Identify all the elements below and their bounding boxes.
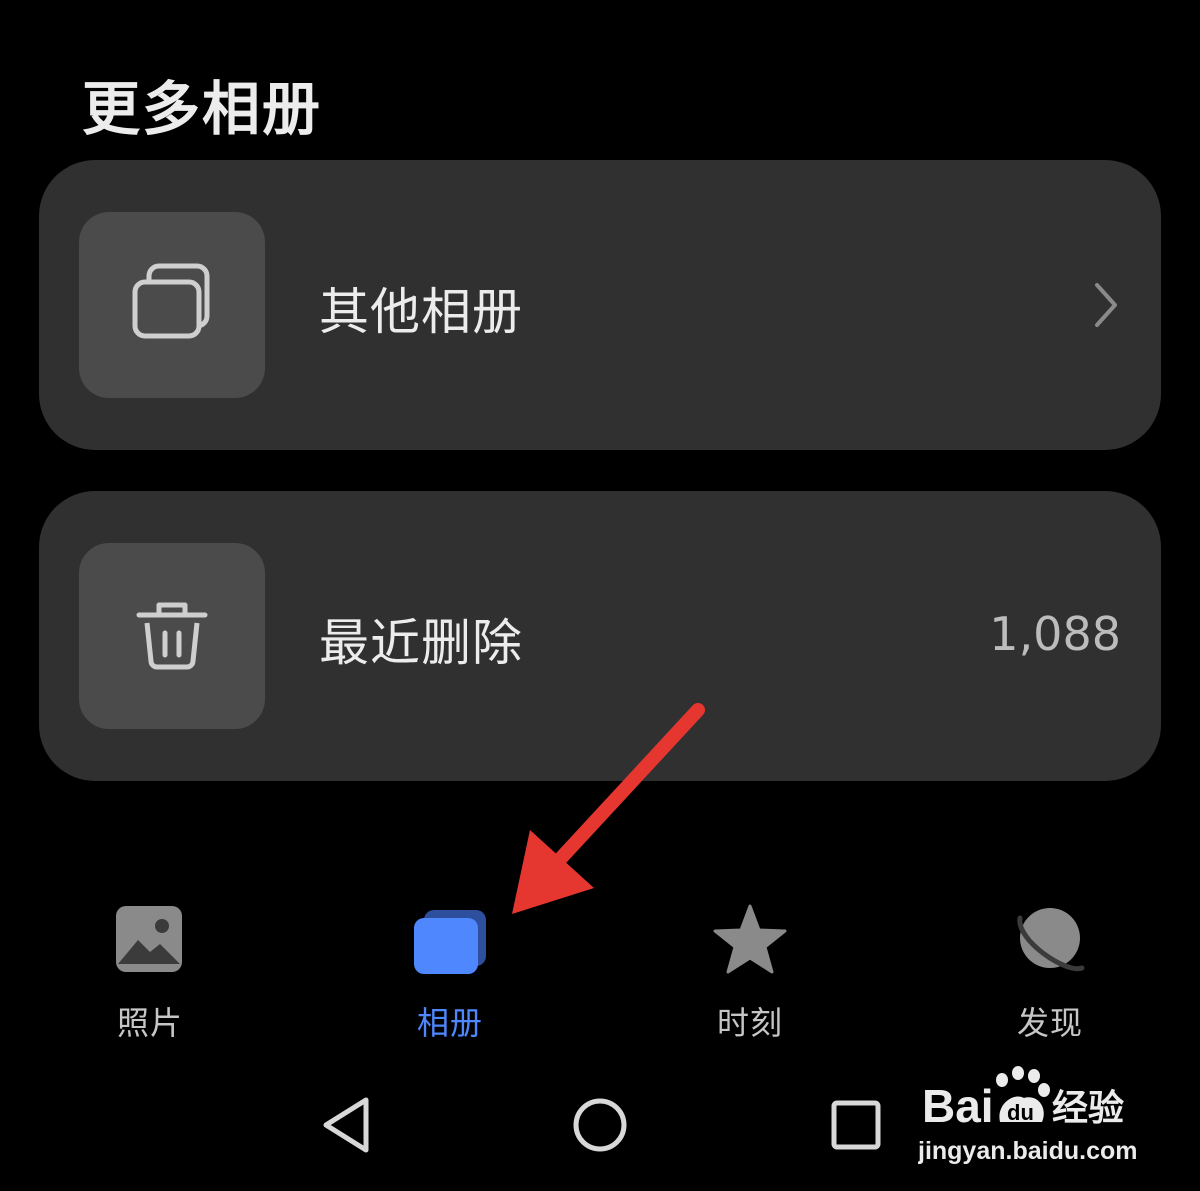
- trash-icon: [136, 602, 208, 670]
- tab-albums-label: 相册: [416, 1004, 483, 1042]
- recents-icon[interactable]: [826, 1094, 886, 1156]
- planet-icon: [1017, 908, 1085, 972]
- tab-moments[interactable]: 时刻: [670, 900, 830, 1050]
- tab-discover-label: 发现: [1016, 1004, 1083, 1042]
- section-title: 更多相册: [82, 75, 323, 143]
- annotation-arrow: [512, 703, 705, 914]
- other-albums-row[interactable]: 其他相册: [39, 160, 1161, 450]
- album-icon: [414, 910, 486, 974]
- recently-deleted-count: 1,088: [989, 607, 1121, 661]
- tab-photos-label: 照片: [116, 1004, 183, 1042]
- tab-moments-label: 时刻: [716, 1004, 783, 1042]
- svg-text:Bai: Bai: [922, 1080, 994, 1132]
- recently-deleted-label: 最近删除: [319, 614, 523, 672]
- tab-photos[interactable]: 照片: [70, 900, 230, 1050]
- svg-text:jingyan.baidu.com: jingyan.baidu.com: [918, 1137, 1137, 1165]
- recently-deleted-thumb: [79, 543, 265, 729]
- other-albums-label: 其他相册: [319, 283, 523, 341]
- svg-text:du: du: [1007, 1100, 1034, 1125]
- other-albums-thumb: [79, 212, 265, 398]
- chevron-right-icon[interactable]: [1091, 280, 1121, 330]
- photo-icon: [116, 906, 182, 972]
- tab-albums[interactable]: 相册: [370, 900, 530, 1050]
- baidu-jingyan-watermark-logo: Bai du 经验 jingyan.baidu.com: [918, 1066, 1137, 1165]
- tab-discover[interactable]: 发现: [970, 900, 1130, 1050]
- back-icon[interactable]: [318, 1094, 374, 1156]
- home-icon[interactable]: [570, 1094, 630, 1156]
- svg-text:经验: 经验: [1052, 1088, 1124, 1129]
- star-icon: [713, 904, 787, 974]
- albums-stack-icon: [132, 263, 210, 339]
